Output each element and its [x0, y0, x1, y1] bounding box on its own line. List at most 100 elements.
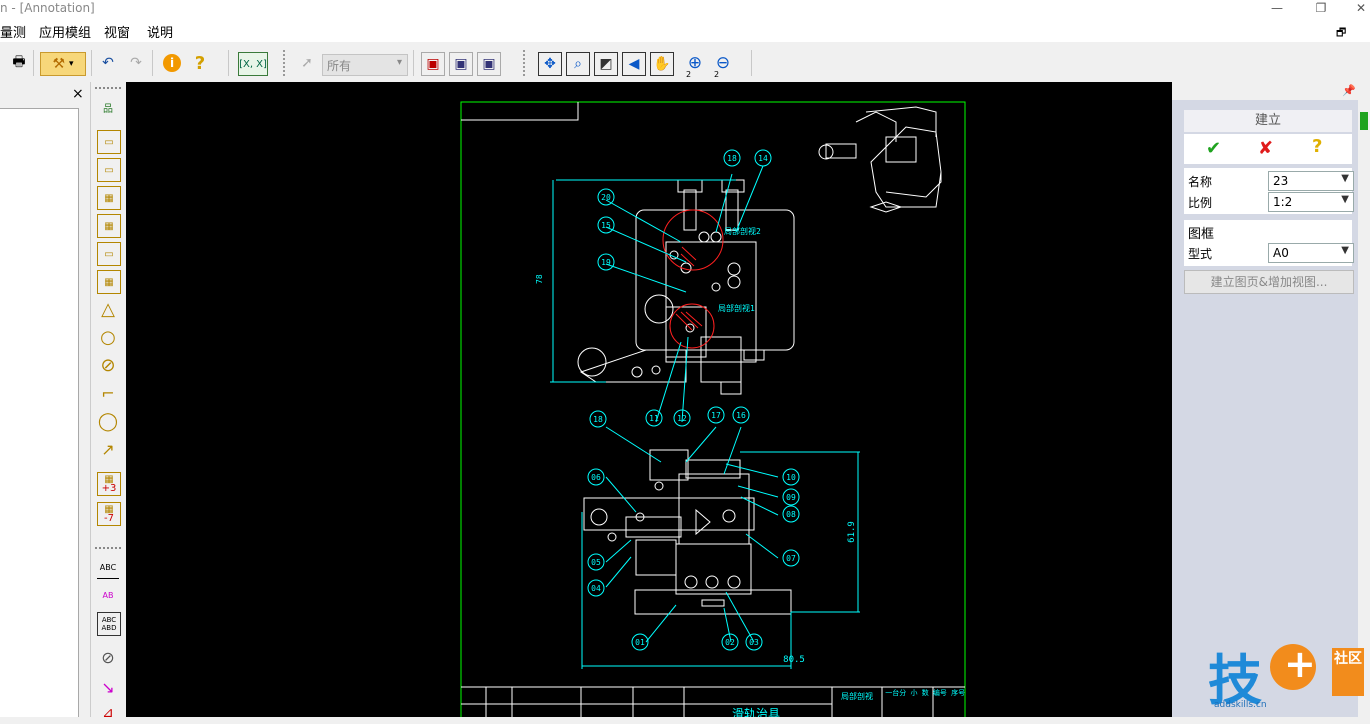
balloon-number: 05: [591, 558, 601, 567]
menu-measure[interactable]: 量测: [0, 22, 26, 41]
balloon-tool-5-icon[interactable]: ▭: [97, 242, 121, 266]
balloon-tool-6-icon[interactable]: ▦: [97, 270, 121, 294]
balloon-tool-4-icon[interactable]: ▦: [97, 214, 121, 238]
select-pointer-icon[interactable]: ➚: [296, 52, 318, 74]
property-panel: 📌 建立 ✔ ✘ ? 名称 23 ▼ 比例 1:2 ▼ 图框 型式 A0 ▼ 建立图页…: [1172, 82, 1358, 717]
pan-icon[interactable]: ✋: [650, 52, 674, 76]
balloon-tool-2-icon[interactable]: ▭: [97, 158, 121, 182]
scale-select[interactable]: 1:2 ▼: [1268, 192, 1354, 212]
balloon-number: 18: [593, 415, 603, 424]
balloon-number: 03: [749, 638, 759, 647]
drawing-title: 滑轨治具: [732, 707, 780, 717]
scale-label: 比例: [1188, 196, 1213, 210]
strip-green-icon[interactable]: [1360, 112, 1368, 130]
leader-note-icon[interactable]: AB: [97, 584, 119, 606]
diameter-dimension-icon[interactable]: ⊘: [97, 354, 119, 376]
zoom-window-icon[interactable]: ⌕: [566, 52, 590, 76]
main-toolbar: 🖶 ⚒ ▾ ↶ ↷ i ? [X, X] ➚ 所有 ▾ ▣ ▣ ▣ ✥ ⌕ ◩ ◀…: [0, 42, 1370, 83]
style-select[interactable]: A0 ▼: [1268, 243, 1354, 263]
balloon-number: 07: [786, 554, 796, 563]
surface-symbol-icon[interactable]: ⊘: [97, 646, 119, 668]
frame-section-label: 图框: [1188, 227, 1215, 242]
previous-view-icon[interactable]: ◀: [622, 52, 646, 76]
zoom-select-icon[interactable]: ◩: [594, 52, 618, 76]
zoom-fit-icon[interactable]: ✥: [538, 52, 562, 76]
annotation-toolbar: 品 ▭ ▭ ▦ ▦ ▭ ▦ △ ○ ⊘ ⌐ ◯ ↗ ▦ +3 ▦ -7 ABC AB…: [90, 82, 127, 721]
filter-remove-icon[interactable]: ▣: [477, 52, 501, 76]
balloon-number: 14: [758, 154, 768, 163]
tree-structure-icon[interactable]: 品: [97, 96, 119, 118]
dimension-height: 61.9: [847, 521, 857, 543]
help-icon[interactable]: ?: [189, 52, 211, 74]
leader-dimension-icon[interactable]: ↗: [97, 438, 119, 460]
redo-icon[interactable]: ↷: [125, 52, 147, 74]
title-cell-3: 编号 序号: [933, 688, 965, 697]
create-sheet-button[interactable]: 建立图页&增加视图...: [1184, 270, 1354, 294]
name-label: 名称: [1188, 175, 1213, 189]
section-circle-2: [662, 209, 724, 271]
left-panel: ×: [0, 82, 90, 717]
chain-dimension-icon[interactable]: ⌐: [97, 382, 119, 404]
info-icon[interactable]: i: [161, 52, 183, 74]
panel-header: 建立: [1184, 110, 1352, 132]
filter-select[interactable]: 所有 ▾: [322, 54, 408, 76]
sheet-border: [460, 101, 966, 724]
watermark-logo: 技 + 社区 addskills.cn: [1208, 642, 1364, 712]
close-icon[interactable]: ✕: [1346, 0, 1370, 18]
arc-dimension-icon[interactable]: ◯: [97, 410, 119, 432]
chevron-down-icon: ▼: [1341, 173, 1349, 184]
coordinate-icon[interactable]: [X, X]: [238, 52, 268, 76]
confirm-check-icon[interactable]: ✔: [1206, 138, 1221, 159]
close-panel-icon[interactable]: ×: [72, 86, 84, 102]
balloon-number: 06: [591, 473, 601, 482]
balloon-number: 01: [635, 638, 645, 647]
balloon-number: 18: [727, 154, 737, 163]
snap-tool-button[interactable]: ⚒ ▾: [40, 52, 86, 76]
balloon-number: 09: [786, 493, 796, 502]
menu-app-modules[interactable]: 应用模组: [39, 22, 91, 41]
undo-icon[interactable]: ↶: [97, 52, 119, 74]
text-note-icon[interactable]: ABC: [97, 556, 119, 579]
text-replace-icon[interactable]: ABC ABD: [97, 612, 121, 636]
cancel-x-icon[interactable]: ✘: [1258, 138, 1273, 159]
dimension-width: 80.5: [783, 655, 805, 665]
balloon-number: 11: [649, 414, 659, 423]
right-toolbar-strip: [1358, 82, 1370, 717]
restore-icon[interactable]: ❐: [1306, 0, 1336, 18]
balloon-number: 16: [736, 411, 746, 420]
balloon-number: 19: [601, 258, 611, 267]
weld-symbol-icon[interactable]: ↘: [97, 676, 119, 698]
section-label-1: 局部剖视1: [718, 303, 755, 313]
title-cell-2: 一台分 小 数: [885, 688, 928, 697]
balloon-number: 15: [601, 221, 611, 230]
print-icon[interactable]: 🖶: [8, 52, 30, 74]
isometric-view: [818, 106, 942, 213]
menu-help[interactable]: 说明: [147, 22, 173, 41]
tree-view[interactable]: [0, 132, 79, 717]
filter-clear-icon[interactable]: ▣: [421, 52, 445, 76]
help-question-icon[interactable]: ?: [1312, 136, 1322, 157]
radius-dimension-icon[interactable]: ○: [97, 326, 119, 348]
drawing-canvas[interactable]: 78 局部剖视2 局部剖视1 18 14 20 15 19 11 12 80.5…: [126, 82, 1172, 724]
balloon-number: 20: [601, 193, 611, 202]
angle-dimension-icon[interactable]: △: [97, 298, 119, 320]
tree-header: [0, 108, 79, 134]
balloon-tool-3-icon[interactable]: ▦: [97, 186, 121, 210]
datum-symbol-icon[interactable]: ⊿: [97, 702, 119, 724]
filter-add-icon[interactable]: ▣: [449, 52, 473, 76]
chevron-down-icon: ▼: [1341, 194, 1349, 205]
name-select[interactable]: 23 ▼: [1268, 171, 1354, 191]
title-bar: n - [Annotation] — ❐ ✕: [0, 0, 1370, 18]
pin-icon[interactable]: 📌: [1342, 84, 1356, 97]
style-label: 型式: [1188, 247, 1213, 261]
balloon-number: 08: [786, 510, 796, 519]
minimize-icon[interactable]: —: [1262, 0, 1292, 18]
front-view: [583, 449, 792, 615]
restore-child-icon[interactable]: 🗗: [1336, 24, 1346, 43]
chevron-down-icon: ▼: [1341, 245, 1349, 256]
tolerance-minus-icon[interactable]: ▦ -7: [97, 502, 121, 526]
tolerance-plus-icon[interactable]: ▦ +3: [97, 472, 121, 496]
menu-window[interactable]: 视窗: [104, 22, 130, 41]
balloon-tool-1-icon[interactable]: ▭: [97, 130, 121, 154]
balloon-number: 17: [711, 411, 721, 420]
